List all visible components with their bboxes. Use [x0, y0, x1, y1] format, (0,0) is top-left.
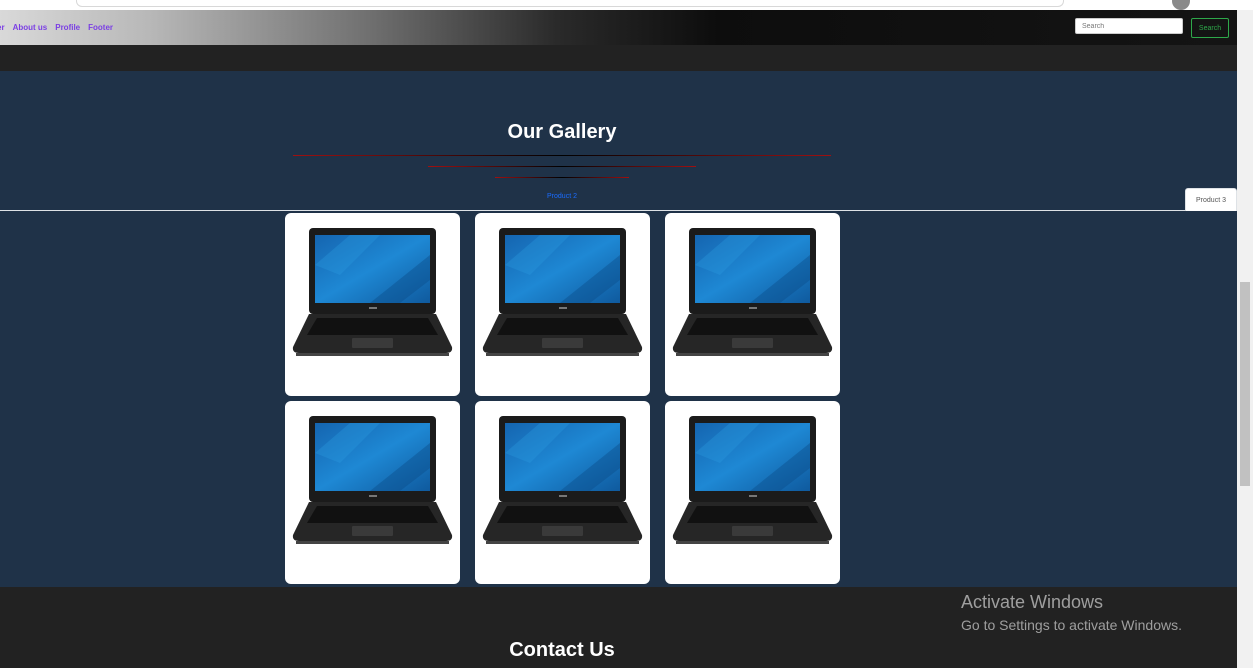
laptop-image [480, 225, 645, 360]
activation-title: Activate Windows [961, 592, 1104, 612]
gallery-title: Our Gallery [507, 121, 617, 143]
nav-link-about-us[interactable]: About us [13, 23, 48, 32]
tab-product-3[interactable]: Product 3 [1185, 188, 1237, 211]
page-scrollbar[interactable] [1237, 10, 1253, 668]
laptop-image [480, 413, 645, 548]
gallery-card[interactable] [665, 401, 840, 584]
nav-link-partial[interactable]: er [0, 23, 5, 32]
tab-divider [0, 210, 1237, 211]
navbar: er About us Profile Footer Search [0, 10, 1237, 45]
title-divider-long [293, 155, 831, 156]
gallery-card[interactable] [475, 401, 650, 584]
scrollbar-thumb[interactable] [1240, 282, 1250, 486]
activation-subtitle: Go to Settings to activate Windows. [961, 617, 1182, 633]
laptop-image [670, 413, 835, 548]
nav-spacer [0, 45, 1237, 71]
search-input[interactable] [1075, 18, 1183, 34]
profile-avatar[interactable] [1172, 0, 1190, 10]
title-divider-medium [428, 166, 696, 167]
browser-chrome [0, 0, 1253, 10]
title-divider-short [495, 177, 629, 178]
tab-product-2[interactable]: Product 2 [535, 193, 589, 200]
contact-title: Contact Us [509, 639, 615, 661]
gallery-section: Our Gallery Product 2 Product 3 [0, 71, 1237, 587]
gallery-card[interactable] [285, 401, 460, 584]
address-bar[interactable] [76, 0, 1064, 7]
laptop-image [290, 225, 455, 360]
gallery-card[interactable] [475, 213, 650, 396]
nav-link-profile[interactable]: Profile [55, 23, 80, 32]
nav-link-footer[interactable]: Footer [88, 23, 113, 32]
windows-activation-watermark: Activate Windows Go to Settings to activ… [961, 592, 1182, 633]
gallery-card[interactable] [285, 213, 460, 396]
gallery-card[interactable] [665, 213, 840, 396]
search-button[interactable]: Search [1191, 18, 1229, 38]
nav-links: er About us Profile Footer [0, 10, 113, 45]
laptop-image [670, 225, 835, 360]
laptop-image [290, 413, 455, 548]
